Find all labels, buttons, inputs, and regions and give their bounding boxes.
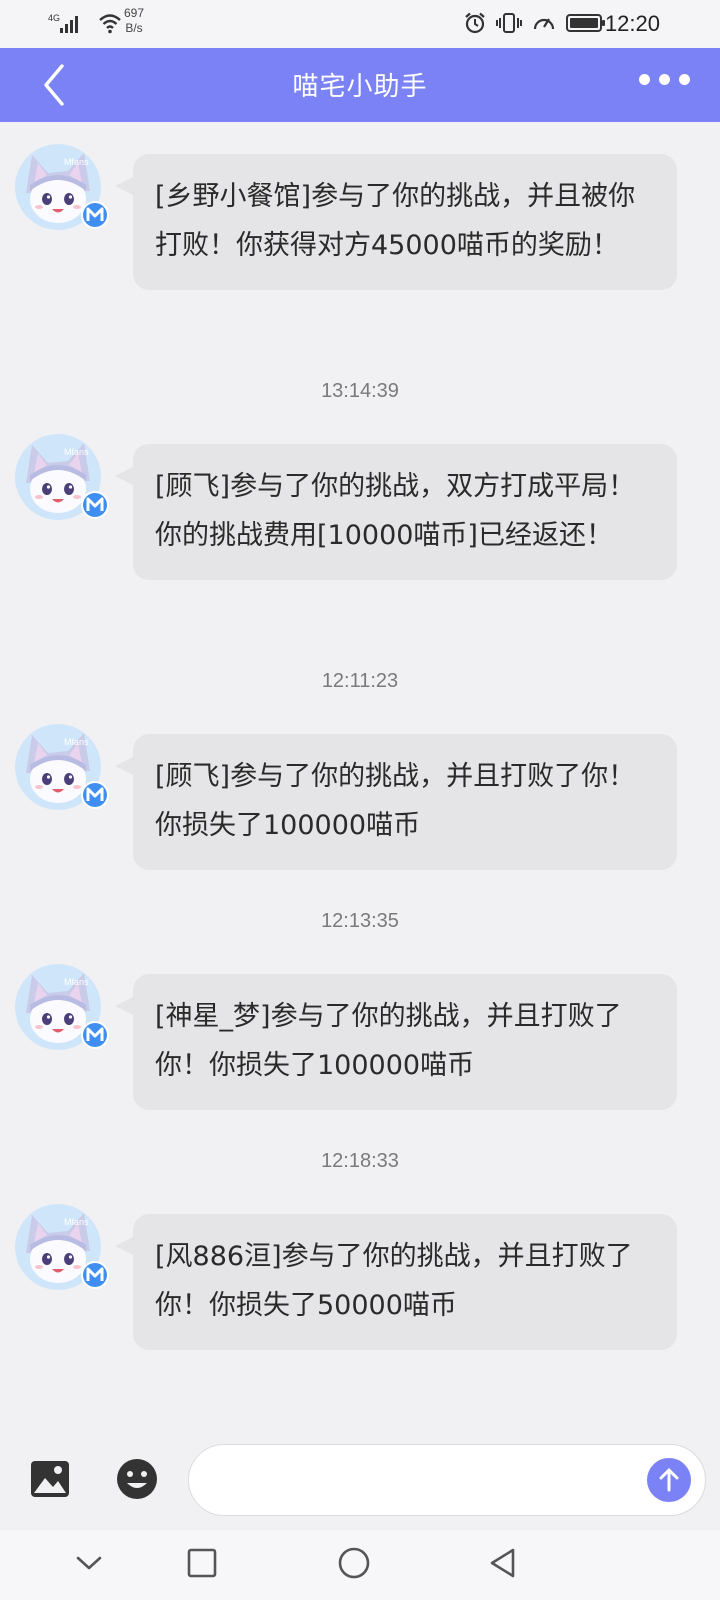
cellular-signal-icon: 4G: [48, 12, 88, 39]
more-options-button[interactable]: [639, 74, 690, 85]
verified-badge-icon: [80, 780, 110, 810]
send-button[interactable]: [647, 1458, 691, 1502]
emoji-icon: [117, 1459, 157, 1499]
message-timestamp: 13:14:39: [321, 380, 399, 402]
avatar-label: Mfans: [64, 977, 89, 987]
verified-badge-icon: [80, 1020, 110, 1050]
nav-collapse-button[interactable]: [72, 1546, 106, 1584]
more-dot-icon: [639, 74, 650, 85]
app-header: 喵宅小助手: [0, 48, 720, 122]
data-rate-unit: B/s: [125, 21, 143, 35]
alarm-icon: [465, 12, 485, 34]
verified-badge-icon: [80, 1260, 110, 1290]
avatar-label: Mfans: [64, 737, 89, 747]
message-bubble: [风886洹]参与了你的挑战，并且打败了你！你损失了50000喵币: [115, 1214, 677, 1350]
vibrate-icon: [496, 13, 522, 33]
data-rate-value: 697: [124, 6, 145, 20]
message-bubble: [乡野小餐馆]参与了你的挑战，并且被你打败！你获得对方45000喵币的奖励！: [115, 154, 677, 290]
nav-back-button[interactable]: [486, 1546, 520, 1584]
status-time: 12:20: [604, 11, 660, 36]
status-icons: [464, 12, 606, 34]
battery-icon: [566, 14, 605, 32]
message-bubble: [神星_梦]参与了你的挑战，并且打败了你！你损失了100000喵币: [115, 974, 677, 1110]
triangle-back-icon: [490, 1548, 515, 1578]
chevron-down-icon: [76, 1556, 102, 1570]
square-icon: [187, 1548, 217, 1578]
more-dot-icon: [679, 74, 690, 85]
image-icon: [31, 1461, 69, 1497]
avatar-label: Mfans: [64, 157, 89, 167]
arrow-up-icon: [659, 1468, 679, 1492]
network-type-label: 4G: [48, 13, 60, 23]
verified-badge-icon: [80, 200, 110, 230]
verified-badge-icon: [80, 490, 110, 520]
wifi-icon: [98, 12, 122, 39]
message-input[interactable]: [188, 1444, 706, 1516]
message-timestamp: 12:18:33: [321, 1150, 399, 1172]
avatar-label: Mfans: [64, 1217, 89, 1227]
avatar-label: Mfans: [64, 447, 89, 457]
data-rate-indicator: 697 B/s: [124, 6, 144, 36]
message-bubble: [顾飞]参与了你的挑战，并且打败了你！你损失了100000喵币: [115, 734, 677, 870]
message-bubble: [顾飞]参与了你的挑战，双方打成平局！你的挑战费用[10000喵币]已经返还！: [115, 444, 677, 580]
message-composer: [0, 1434, 720, 1530]
speedometer-icon: [533, 18, 555, 30]
image-button[interactable]: [30, 1460, 70, 1502]
message-timestamp: 12:11:23: [321, 670, 399, 692]
page-title: 喵宅小助手: [292, 72, 428, 102]
system-nav-bar: [0, 1530, 720, 1600]
more-dot-icon: [659, 74, 670, 85]
status-bar: 4G 697 B/s 12:20: [0, 0, 720, 48]
circle-icon: [338, 1547, 370, 1579]
emoji-button[interactable]: [116, 1458, 158, 1504]
message-timestamp: 12:13:35: [321, 910, 399, 932]
nav-home-button[interactable]: [336, 1546, 372, 1586]
nav-recents-button[interactable]: [185, 1546, 219, 1584]
